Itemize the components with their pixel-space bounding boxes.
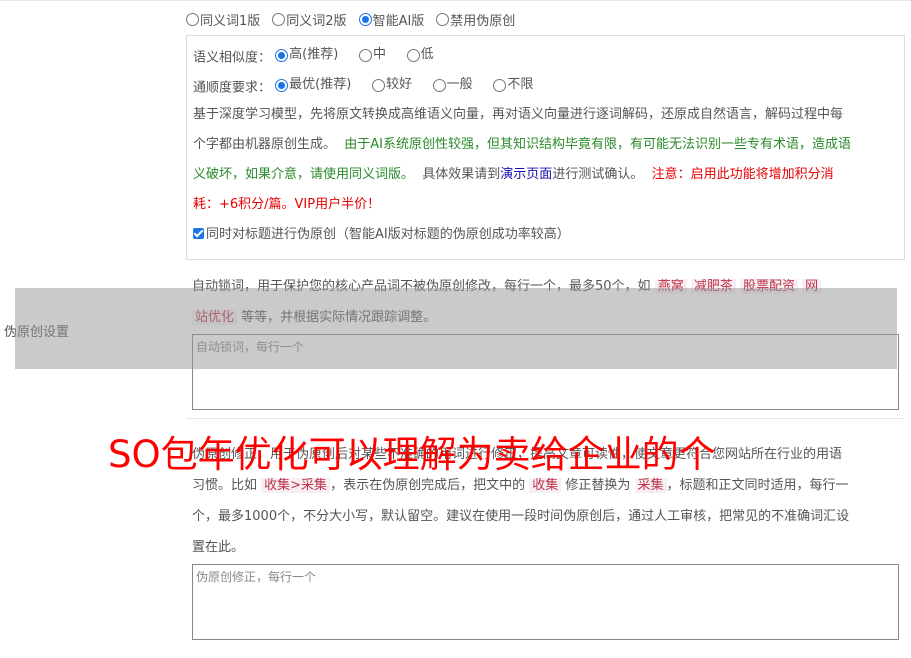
section-divider — [186, 418, 903, 419]
version-radio-group: 同义词1版 同义词2版 智能AI版 禁用伪原创 — [186, 10, 515, 29]
radio-fluency-any[interactable]: 不限 — [493, 70, 533, 100]
radio-label: 同义词2版 — [286, 14, 347, 29]
radio-similarity-low[interactable]: 低 — [406, 40, 434, 70]
radio-dot[interactable] — [272, 13, 286, 26]
radio-dot[interactable] — [493, 78, 507, 92]
radio-dot[interactable] — [358, 48, 372, 62]
title-checkbox-label: 同时对标题进行伪原创（智能AI版对标题的伪原创成功率较高） — [206, 227, 570, 242]
radio-dot[interactable] — [406, 48, 420, 62]
radio-dot[interactable] — [436, 13, 450, 26]
ai-desc-line2: 个字都由机器原创生成。 由于AI系统原创性较强，但其知识结构毕竟有限，有可能无法… — [193, 130, 851, 160]
correction-desc: 习惯。比如 — [192, 478, 258, 493]
radio-version-disabled[interactable]: 禁用伪原创 — [436, 10, 515, 29]
radio-label: 不限 — [507, 77, 534, 92]
radio-label: 同义词1版 — [200, 14, 261, 29]
radio-similarity-mid[interactable]: 中 — [358, 40, 386, 70]
radio-fluency-best[interactable]: 最优(推荐) — [275, 70, 351, 100]
radio-label: 禁用伪原创 — [450, 14, 516, 29]
demo-page-link[interactable]: 演示页面 — [500, 167, 552, 182]
top-divider — [0, 0, 911, 1]
ai-desc-text: 个字都由机器原创生成。 — [193, 137, 337, 152]
radio-label: 最优(推荐) — [289, 77, 352, 92]
correction-desc-line3: 个，最多1000个，不分大小写，默认留空。建议在使用一段时间伪原创后，通过人工审… — [192, 509, 850, 524]
ai-warning-text: 由于AI系统原创性较强，但其知识结构毕竟有限，有可能无法识别一些专有术语，造成语 — [344, 137, 852, 152]
example-tag: 收集>采集 — [261, 478, 331, 493]
similarity-label: 语义相似度： — [193, 50, 272, 66]
correction-desc-line4: 置在此。 — [192, 540, 245, 555]
title-rewrite-checkbox[interactable] — [193, 228, 204, 239]
radio-fluency-good[interactable]: 较好 — [371, 70, 412, 100]
ai-desc-text: 具体效果请到 — [422, 167, 501, 182]
radio-label: 智能AI版 — [372, 14, 425, 29]
correction-desc: 修正替换为 — [565, 478, 631, 493]
radio-dot[interactable] — [371, 78, 385, 92]
ai-warning-text: 义破坏，如果介意，请使用同义词版。 — [193, 167, 415, 182]
radio-dot-checked[interactable] — [275, 48, 289, 62]
correction-textarea[interactable] — [192, 564, 899, 640]
radio-label: 较好 — [385, 77, 412, 92]
radio-dot[interactable] — [186, 13, 199, 26]
fluency-row: 通顺度要求： 最优(推荐) 较好 一般 不限 — [193, 70, 533, 104]
ai-settings-panel: 语义相似度： 高(推荐) 中 低 通顺度要求： 最优(推荐) 较好 一般 不限 … — [186, 35, 905, 260]
radio-label: 一般 — [446, 77, 473, 92]
radio-version-synonym1[interactable]: 同义词1版 — [186, 10, 260, 29]
radio-dot-checked[interactable] — [275, 78, 289, 92]
example-tag: 收集 — [529, 478, 562, 493]
ai-desc-text: 进行测试确认。 — [552, 167, 644, 182]
radio-label: 高(推荐) — [289, 47, 339, 62]
title-checkbox-row[interactable]: 同时对标题进行伪原创（智能AI版对标题的伪原创成功率较高） — [193, 220, 570, 250]
radio-similarity-high[interactable]: 高(推荐) — [275, 40, 338, 70]
watermark-text: SO包年优化可以理解为卖给企业的个 — [108, 433, 716, 476]
radio-version-ai[interactable]: 智能AI版 — [358, 10, 425, 29]
ai-desc-line1: 基于深度学习模型，先将原文转换成高维语义向量，再对语义向量进行逐词解码，还原成自… — [193, 107, 844, 122]
radio-label: 中 — [372, 47, 386, 62]
gray-overlay-band — [15, 288, 897, 369]
radio-label: 低 — [420, 47, 434, 62]
correction-desc: ，表示在伪原创完成后，把文中的 — [330, 478, 526, 493]
example-tag: 采集 — [634, 478, 667, 493]
radio-dot[interactable] — [432, 78, 446, 92]
radio-version-synonym2[interactable]: 同义词2版 — [272, 10, 347, 29]
correction-desc: ，标题和正文同时适用，每行一 — [666, 478, 849, 493]
fluency-label: 通顺度要求： — [193, 80, 272, 96]
similarity-row: 语义相似度： 高(推荐) 中 低 — [193, 40, 434, 74]
cost-notice-text: 注意：启用此功能将增加积分消 — [651, 167, 834, 182]
cost-notice-line: 耗：+6积分/篇。VIP用户半价！ — [193, 197, 381, 212]
radio-dot-checked[interactable] — [358, 13, 372, 26]
ai-desc-line3: 义破坏，如果介意，请使用同义词版。 具体效果请到演示页面进行测试确认。 注意：启… — [193, 160, 834, 190]
radio-fluency-normal[interactable]: 一般 — [432, 70, 473, 100]
